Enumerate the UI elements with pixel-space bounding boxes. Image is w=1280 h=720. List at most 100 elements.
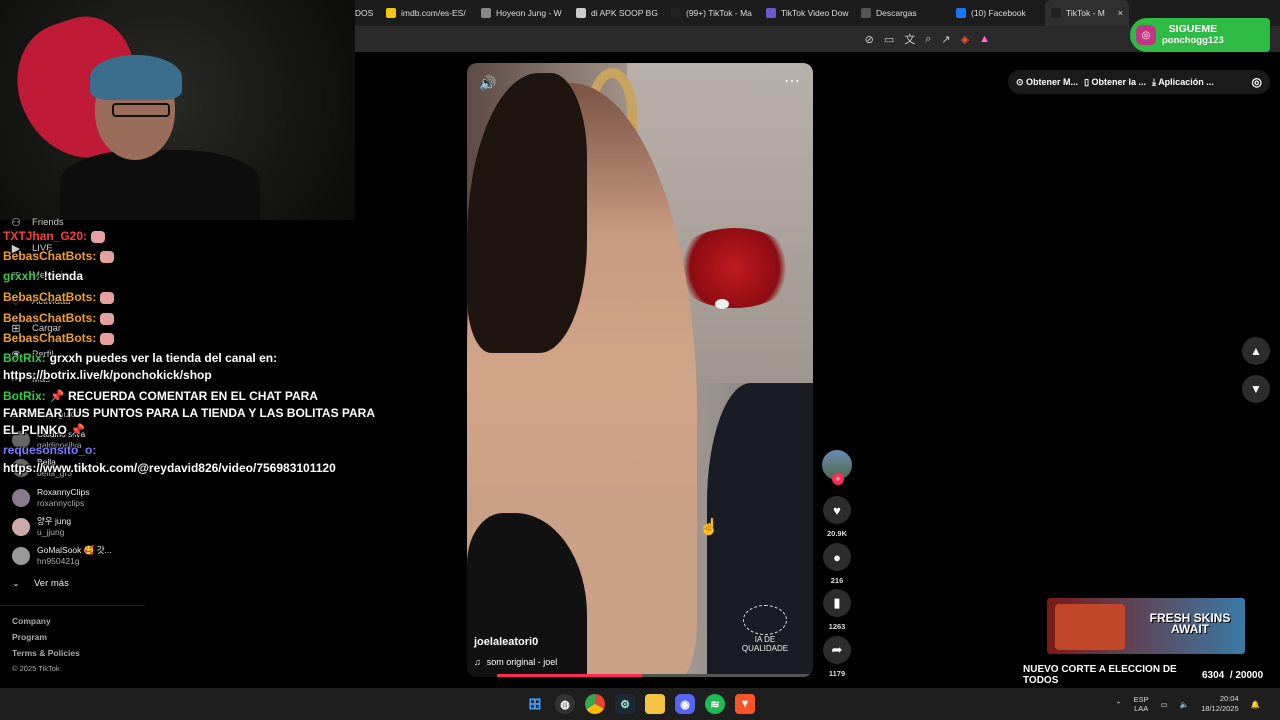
chrome-icon[interactable] [585, 694, 605, 714]
wiki-icon [481, 8, 491, 18]
footer-terms[interactable]: Terms & Policies [12, 648, 80, 658]
badge-line1: SIGUEME [1168, 23, 1218, 35]
instagram-icon: ◎ [1136, 25, 1156, 45]
account-item[interactable]: GoMalSook 🥰 갓... hn950421g [12, 545, 112, 567]
like-button[interactable]: ♥ 20.9K [822, 496, 852, 538]
chat-text: https://www.tiktok.com/@reydavid826/vide… [3, 461, 336, 475]
footer-program[interactable]: Program [12, 632, 47, 642]
tab-title: Hoyeon Jung - W [496, 8, 562, 18]
footer-copyright: © 2025 TikTok [12, 664, 60, 673]
browser-tab[interactable]: imdb.com/es-ES/ [380, 0, 475, 26]
follow-plus-icon[interactable]: + [832, 473, 844, 485]
brave-shield-icon[interactable]: ◈ [961, 33, 969, 46]
chat-text: EL PLINKO 📌 [3, 423, 86, 437]
video-username[interactable]: joelaleatori0 [474, 636, 538, 648]
ad-text: FRESH SKINS AWAIT [1149, 611, 1231, 636]
video-player[interactable]: 🔊 ⋯ IA DE QUALIDADE joelaleatori0 ♫ som o… [467, 63, 813, 677]
cam-body [60, 150, 260, 220]
chevron-down-icon: ▼ [1250, 382, 1262, 396]
tiktok-header-actions: ⊙ Obtener M... ▯ Obtener la ... ⤓ Aplica… [1008, 70, 1270, 94]
windows-start-icon[interactable]: ⊞ [525, 694, 545, 714]
share-icon[interactable]: ↗ [941, 33, 950, 46]
brave-rewards-icon[interactable]: ▲ [979, 33, 990, 45]
obs-icon[interactable]: ◍ [555, 694, 575, 714]
video-progress-bar[interactable] [497, 674, 813, 677]
avatar [12, 518, 30, 536]
network-icon[interactable]: ▭ [1161, 700, 1168, 709]
video-music[interactable]: ♫ som original - joel [474, 657, 557, 667]
video-watermark: IA DE QUALIDADE [739, 605, 791, 657]
sidebar-item-friends[interactable]: ⚇ Friends [10, 216, 64, 229]
previous-video-button[interactable]: ▲ [1242, 337, 1270, 365]
steam-icon[interactable]: ⚙ [615, 694, 635, 714]
account-item[interactable]: 양우 jung u_jjung [12, 516, 71, 538]
comment-button[interactable]: ● 216 [822, 543, 852, 585]
see-more-link[interactable]: ⌄ Ver más [10, 577, 69, 589]
share-button[interactable]: ➦ 1179 [822, 636, 852, 678]
browser-tab[interactable]: (99+) TikTok - Ma [665, 0, 760, 26]
browser-tab[interactable]: (10) Facebook [950, 0, 1045, 26]
download-icon [861, 8, 871, 18]
chat-message: BotRix: 📌 RECUERDA COMENTAR EN EL CHAT PA… [3, 388, 318, 405]
tab-title: TikTok Video Dow [781, 8, 849, 18]
tiktok-icon [671, 8, 681, 18]
zoom-icon[interactable]: ⌕ [925, 33, 931, 46]
chat-username: BebasChatBots: [3, 311, 97, 325]
video-progress-fill [497, 674, 643, 677]
divider [0, 605, 145, 606]
avatar [12, 489, 30, 507]
creator-avatar[interactable]: + [822, 450, 852, 485]
desktop-app-button[interactable]: ⤓ Aplicación ... [1152, 77, 1214, 88]
footer-company[interactable]: Company [12, 616, 51, 626]
close-icon[interactable]: × [1118, 8, 1123, 18]
share-count: 1179 [828, 669, 846, 678]
chat-message: https://botrix.live/k/ponchokick/shop [3, 367, 212, 384]
goal-label: NUEVO CORTE A ELECCION DE TODOS [1023, 664, 1177, 686]
get-coins-button[interactable]: ⊙ Obtener M... [1016, 77, 1078, 88]
discord-icon[interactable]: ◉ [675, 694, 695, 714]
next-video-button[interactable]: ▼ [1242, 375, 1270, 403]
network-icon [743, 605, 787, 635]
screen-icon[interactable]: ▭ [884, 33, 894, 46]
chat-username: BebasChatBots: [3, 249, 97, 263]
profile-icon[interactable]: ◎ [1252, 75, 1262, 89]
explorer-icon[interactable] [645, 694, 665, 714]
get-app-button[interactable]: ▯ Obtener la ... [1084, 77, 1146, 88]
comment-icon: ● [823, 543, 851, 571]
account-item[interactable]: RoxannyClips roxannyclips [12, 487, 89, 509]
chat-message: BebasChatBots: [3, 330, 115, 347]
spotify-icon[interactable]: ≋ [705, 694, 725, 714]
chat-text: 📌 RECUERDA COMENTAR EN EL CHAT PARA [49, 389, 318, 403]
browser-tab[interactable]: Descargas [855, 0, 950, 26]
language-indicator[interactable]: ESP LAA [1134, 695, 1149, 713]
chat-username: BebasChatBots: [3, 331, 97, 345]
emote-icon [100, 312, 115, 325]
brave-icon[interactable]: ▼ [735, 694, 755, 714]
clock[interactable]: 20:04 18/12/2025 [1201, 694, 1239, 714]
translate-icon[interactable]: 文 [904, 31, 915, 47]
browser-tab[interactable]: TikTok Video Dow [760, 0, 855, 26]
reader-icon[interactable]: ⊘ [865, 33, 874, 46]
facebook-icon [956, 8, 966, 18]
webcam-overlay [0, 0, 355, 220]
browser-tab[interactable]: di APK SOOP BG [570, 0, 665, 26]
chat-text: grxxh puedes ver la tienda del canal en: [49, 351, 278, 365]
browser-tab[interactable]: TikTok - M × [1045, 0, 1129, 26]
chat-message: EL PLINKO 📌 [3, 422, 85, 439]
video-roses [672, 228, 797, 308]
heart-icon: ♥ [823, 496, 851, 524]
chat-message: grxxh: !tienda [3, 268, 83, 285]
bookmark-icon: ▮ [823, 589, 851, 617]
notification-icon[interactable]: 🔔 [1251, 700, 1260, 709]
browser-tab[interactable]: Hoyeon Jung - W [475, 0, 570, 26]
volume-icon[interactable]: 🔈 [1180, 700, 1189, 709]
hand-cursor-icon: ☝ [699, 519, 719, 536]
save-button[interactable]: ▮ 1263 [822, 589, 852, 631]
save-count: 1263 [828, 622, 846, 631]
follow-badge: ◎ SIGUEME ponchogg123 [1130, 18, 1270, 52]
more-options-icon[interactable]: ⋯ [784, 71, 801, 91]
imdb-icon [386, 8, 396, 18]
chevron-up-icon[interactable]: ⌃ [1115, 700, 1121, 709]
volume-icon[interactable]: 🔊 [479, 75, 496, 92]
avatar [12, 547, 30, 565]
